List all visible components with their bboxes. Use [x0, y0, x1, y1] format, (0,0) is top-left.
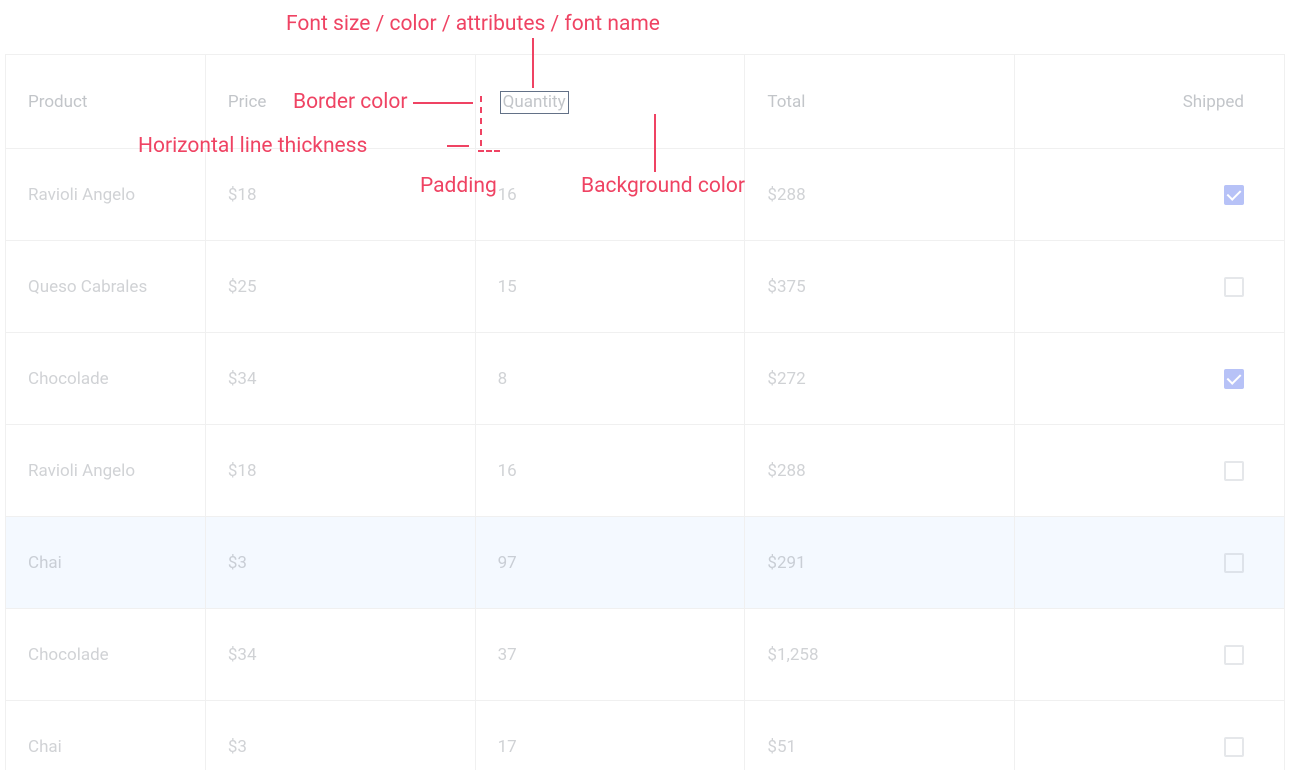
cell-product: Ravioli Angelo — [6, 149, 206, 240]
focused-header-cell[interactable]: Quantity — [500, 91, 569, 114]
shipped-checkbox[interactable] — [1224, 277, 1244, 297]
annotation-font-attrs: Font size / color / attributes / font na… — [286, 14, 660, 35]
cell-quantity: 16 — [476, 149, 746, 240]
table-row[interactable]: Ravioli Angelo$1816$288 — [6, 425, 1285, 517]
cell-price: $3 — [206, 517, 476, 608]
cell-shipped — [1015, 333, 1285, 424]
shipped-checkbox[interactable] — [1224, 553, 1244, 573]
cell-quantity: 17 — [476, 701, 746, 770]
shipped-checkbox[interactable] — [1224, 461, 1244, 481]
cell-shipped — [1015, 517, 1285, 608]
shipped-checkbox[interactable] — [1224, 645, 1244, 665]
cell-total: $1,258 — [745, 609, 1015, 700]
cell-product: Chocolade — [6, 333, 206, 424]
table-row[interactable]: Queso Cabrales$2515$375 — [6, 241, 1285, 333]
cell-price: $34 — [206, 333, 476, 424]
table-row[interactable]: Chocolade$3437$1,258 — [6, 609, 1285, 701]
col-header-total[interactable]: Total — [745, 55, 1015, 148]
cell-quantity: 8 — [476, 333, 746, 424]
cell-quantity: 97 — [476, 517, 746, 608]
col-header-shipped[interactable]: Shipped — [1015, 55, 1285, 148]
cell-total: $291 — [745, 517, 1015, 608]
shipped-checkbox[interactable] — [1224, 369, 1244, 389]
cell-product: Chai — [6, 517, 206, 608]
cell-total: $375 — [745, 241, 1015, 332]
cell-shipped — [1015, 609, 1285, 700]
table-row[interactable]: Chai$317$51 — [6, 701, 1285, 770]
cell-shipped — [1015, 241, 1285, 332]
cell-product: Ravioli Angelo — [6, 425, 206, 516]
table-row[interactable]: Chai$397$291 — [6, 517, 1285, 609]
cell-price: $18 — [206, 149, 476, 240]
cell-price: $25 — [206, 241, 476, 332]
table-row[interactable]: Ravioli Angelo$1816$288 — [6, 149, 1285, 241]
cell-total: $51 — [745, 701, 1015, 770]
cell-price: $3 — [206, 701, 476, 770]
cell-product: Chai — [6, 701, 206, 770]
cell-product: Queso Cabrales — [6, 241, 206, 332]
table-header-row: Product Price Quantity Total Shipped — [6, 55, 1285, 149]
cell-quantity: 16 — [476, 425, 746, 516]
cell-quantity: 37 — [476, 609, 746, 700]
col-header-product[interactable]: Product — [6, 55, 206, 148]
col-header-quantity[interactable]: Quantity — [476, 55, 746, 148]
table-row[interactable]: Chocolade$348$272 — [6, 333, 1285, 425]
cell-total: $272 — [745, 333, 1015, 424]
cell-shipped — [1015, 701, 1285, 770]
cell-total: $288 — [745, 149, 1015, 240]
cell-quantity: 15 — [476, 241, 746, 332]
shipped-checkbox[interactable] — [1224, 185, 1244, 205]
data-table: Product Price Quantity Total Shipped Rav… — [5, 54, 1285, 770]
cell-shipped — [1015, 149, 1285, 240]
shipped-checkbox[interactable] — [1224, 737, 1244, 757]
cell-total: $288 — [745, 425, 1015, 516]
cell-price: $34 — [206, 609, 476, 700]
cell-shipped — [1015, 425, 1285, 516]
col-header-price[interactable]: Price — [206, 55, 476, 148]
cell-price: $18 — [206, 425, 476, 516]
cell-product: Chocolade — [6, 609, 206, 700]
